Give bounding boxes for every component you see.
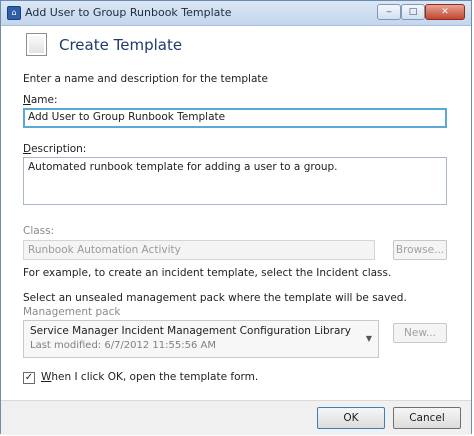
template-page-icon (26, 33, 47, 56)
name-label: Name: (23, 94, 58, 106)
intro-text: Enter a name and description for the tem… (23, 73, 268, 85)
description-label-accelerator: D (23, 143, 32, 155)
maximize-button[interactable]: □ (401, 4, 425, 20)
description-label-text: escription: (31, 143, 87, 155)
class-label: Class: (23, 225, 55, 237)
description-label: Description: (23, 143, 86, 155)
open-form-label-accelerator: W (41, 371, 52, 383)
name-label-text: ame: (30, 94, 58, 106)
class-field: Runbook Automation Activity (23, 240, 375, 260)
dialog-content: Create Template Enter a name and descrip… (1, 26, 471, 400)
open-form-checkbox[interactable]: ✓ (23, 372, 35, 384)
app-icon: ⌂ (7, 6, 21, 20)
name-input[interactable]: Add User to Group Runbook Template (23, 108, 447, 128)
management-pack-instruction: Select an unsealed management pack where… (23, 292, 407, 304)
minimize-button[interactable]: ‒ (377, 4, 401, 20)
browse-button[interactable]: Browse... (393, 240, 447, 260)
management-pack-last-modified: Last modified: 6/7/2012 11:55:56 AM (30, 340, 216, 351)
management-pack-label: Management pack (23, 306, 121, 318)
description-input[interactable]: Automated runbook template for adding a … (23, 157, 447, 205)
cancel-button[interactable]: Cancel (393, 407, 461, 429)
management-pack-dropdown[interactable]: Service Manager Incident Management Conf… (23, 320, 379, 358)
dropdown-arrow-icon: ▼ (365, 334, 372, 343)
open-form-label[interactable]: When I click OK, open the template form. (41, 371, 258, 383)
class-hint: For example, to create an incident templ… (23, 267, 392, 279)
open-form-label-text: hen I click OK, open the template form. (51, 371, 259, 383)
management-pack-selected: Service Manager Incident Management Conf… (30, 325, 351, 337)
name-label-accelerator: N (23, 94, 31, 106)
page-title: Create Template (59, 36, 183, 54)
new-management-pack-button[interactable]: New... (393, 323, 447, 343)
title-bar[interactable]: ⌂ Add User to Group Runbook Template ‒ □… (1, 1, 471, 26)
create-template-dialog: ⌂ Add User to Group Runbook Template ‒ □… (0, 0, 472, 435)
window-title: Add User to Group Runbook Template (25, 6, 232, 19)
dialog-footer: OK Cancel (1, 400, 471, 435)
ok-button[interactable]: OK (317, 407, 385, 429)
close-button[interactable]: ✕ (425, 4, 465, 20)
